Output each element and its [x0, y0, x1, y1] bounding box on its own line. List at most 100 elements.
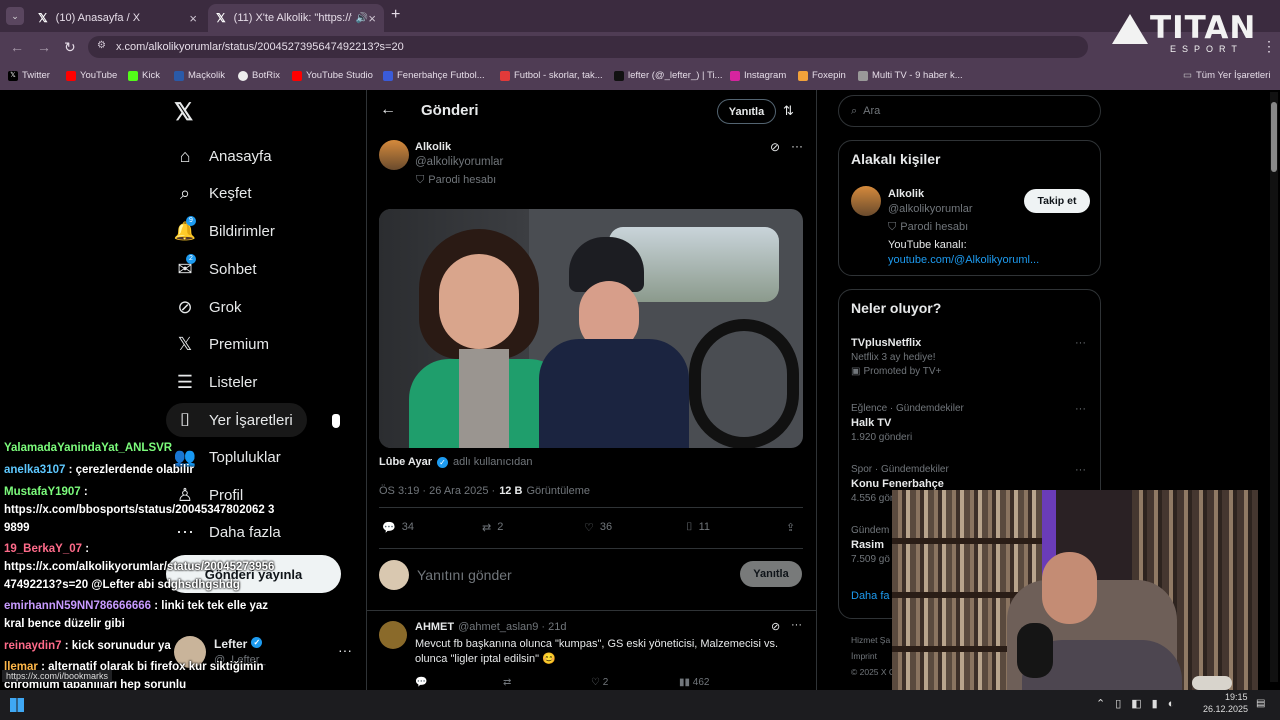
- chat-username[interactable]: anelka3107: [4, 464, 65, 476]
- more-icon[interactable]: ···: [1075, 403, 1086, 415]
- forward-icon[interactable]: →: [37, 39, 51, 55]
- related-link[interactable]: youtube.com/@Alkolikyoruml...: [888, 254, 1039, 266]
- follow-button[interactable]: Takip et: [1024, 189, 1090, 213]
- grok-icon[interactable]: ⊘: [771, 620, 780, 633]
- trend-item[interactable]: TVplusNetflix Netflix 3 ay hediye! ▣ Prom…: [851, 337, 1091, 377]
- like-action[interactable]: ♡ 2: [591, 677, 608, 688]
- show-more-link[interactable]: Daha fa: [851, 590, 890, 602]
- comment-icon[interactable]: 💬: [415, 677, 427, 688]
- bookmark-item[interactable]: 𝕏 Twitter: [8, 70, 50, 81]
- post-image[interactable]: [379, 209, 803, 448]
- post-meta: ÖS 3:19 · 26 Ara 2025 · 12 B Görüntüleme: [379, 485, 590, 497]
- share-icon[interactable]: ⇪: [786, 521, 795, 534]
- close-icon[interactable]: ×: [368, 11, 376, 26]
- close-icon[interactable]: ×: [189, 11, 197, 26]
- url-field[interactable]: ⚙ x.com/alkolikyorumlar/status/200452739…: [88, 36, 1088, 58]
- timestamp[interactable]: ÖS 3:19 · 26 Ara 2025 ·: [379, 485, 495, 497]
- nav-item[interactable]: ⌕ Keşfet: [174, 182, 252, 204]
- scrollbar[interactable]: [1270, 92, 1278, 682]
- more-icon[interactable]: ···: [1075, 464, 1086, 476]
- repost-icon: ⇄: [482, 522, 492, 534]
- filter-icon[interactable]: ⇅: [783, 103, 794, 119]
- chat-username[interactable]: 19_BerkaY_07: [4, 543, 82, 555]
- x-home-logo[interactable]: 𝕏: [174, 98, 193, 127]
- more-icon[interactable]: ···: [1075, 337, 1086, 349]
- related-name[interactable]: Alkolik: [888, 188, 924, 200]
- nav-item[interactable]: ☰ Listeler: [174, 371, 257, 393]
- menu-icon[interactable]: ⋮: [1262, 38, 1276, 55]
- windows-start-icon[interactable]: [10, 698, 24, 712]
- microphone: [1017, 623, 1053, 678]
- chat-username[interactable]: MustafaY1907: [4, 486, 81, 498]
- person-icon: ♙: [176, 484, 194, 505]
- nav-item[interactable]: ⋯ Daha fazla: [174, 521, 281, 543]
- nav-item[interactable]: ⌂ Anasayfa: [174, 145, 272, 167]
- nav-item[interactable]: ♙ Profil: [174, 484, 243, 506]
- kick-icon: [128, 70, 138, 81]
- bookmark-action[interactable]: ⌷ 11: [686, 521, 710, 534]
- repost-icon[interactable]: ⇄: [503, 677, 511, 688]
- bookmark-item[interactable]: Futbol - skorlar, tak...: [500, 70, 603, 81]
- chat-message: 19_BerkaY_07 :: [4, 543, 89, 555]
- new-tab-button[interactable]: +: [391, 6, 400, 24]
- trend-item[interactable]: Eğlence · Gündemdekiler Halk TV 1.920 gö…: [851, 403, 1091, 443]
- bookmark-item[interactable]: Multi TV - 9 haber k...: [858, 70, 963, 81]
- nav-item[interactable]: ⊘ Grok: [174, 296, 242, 318]
- scrollbar-thumb[interactable]: [1271, 102, 1277, 172]
- fenerbahce-icon: [383, 70, 393, 81]
- bookmark-item[interactable]: Foxepin: [798, 70, 846, 81]
- like-action[interactable]: ♡ 36: [584, 521, 612, 534]
- reply-submit-button[interactable]: Yanıtla: [740, 561, 802, 587]
- bookmark-item[interactable]: BotRix: [238, 70, 280, 81]
- chat-text: linki tek tek elle yaz: [161, 600, 269, 612]
- site-info-icon[interactable]: ⚙: [97, 40, 106, 51]
- bookmark-item[interactable]: lefter (@_lefter_) | Ti...: [614, 70, 722, 81]
- bookmark-item[interactable]: Kick: [128, 70, 160, 81]
- more-icon[interactable]: ···: [338, 642, 352, 658]
- chat-username[interactable]: reinaydin7: [4, 640, 62, 652]
- nav-item[interactable]: ✉ 2 Sohbet: [174, 254, 257, 280]
- more-icon[interactable]: ···: [791, 139, 803, 153]
- more-icon[interactable]: ···: [791, 619, 802, 631]
- author-name[interactable]: Alkolik: [415, 141, 451, 153]
- bookmark-item[interactable]: Maçkolik: [174, 70, 225, 81]
- views-action[interactable]: ▮▮ 462: [679, 677, 709, 688]
- nav-label: Grok: [209, 298, 242, 316]
- back-button[interactable]: ←: [380, 101, 396, 119]
- clock-date[interactable]: 26.12.2025: [1203, 704, 1248, 714]
- chat-username[interactable]: YalamadaYanindaYat_ANLSVR: [4, 442, 172, 454]
- tagged-user[interactable]: Lûbe Ayar: [379, 456, 432, 468]
- avatar[interactable]: [851, 186, 881, 216]
- x-icon: 𝕏: [177, 333, 193, 354]
- notification-icon[interactable]: ▤: [1256, 698, 1265, 709]
- author-handle[interactable]: @alkolikyorumlar: [415, 156, 503, 168]
- speaker-icon[interactable]: 🔊: [356, 13, 368, 24]
- bookmark-item[interactable]: Fenerbahçe Futbol...: [383, 70, 485, 81]
- back-icon[interactable]: ←: [10, 39, 24, 55]
- grok-icon[interactable]: ⊘: [770, 140, 780, 154]
- parody-label: ⛉ Parodi hesabı: [416, 174, 497, 186]
- bookmark-item[interactable]: Instagram: [730, 70, 786, 81]
- nav-item[interactable]: 🔔 9 Bildirimler: [174, 216, 275, 242]
- bookmark-item[interactable]: YouTube: [66, 70, 117, 81]
- repost-action[interactable]: ⇄ 2: [482, 521, 503, 534]
- author-avatar[interactable]: [379, 140, 409, 170]
- reply-action[interactable]: 💬 34: [382, 521, 414, 534]
- reply-input[interactable]: Yanıtını gönder: [417, 567, 512, 583]
- reload-icon[interactable]: ↻: [64, 39, 76, 56]
- tab-home[interactable]: 𝕏 (10) Anasayfa / X ×: [30, 4, 205, 32]
- search-input[interactable]: ⌕ Ara: [838, 95, 1101, 127]
- chat-text: https://x.com/alkolikyorumlar/status/200…: [4, 561, 275, 573]
- all-bookmarks[interactable]: ▭ Tüm Yer İşaretleri: [1183, 70, 1270, 81]
- card-title: Neler oluyor?: [851, 300, 942, 316]
- tab-list-button[interactable]: ⌄: [6, 7, 24, 25]
- nav-item[interactable]: ⌷ Yer İşaretleri: [166, 403, 307, 437]
- reply-tweet[interactable]: AHMET @ahmet_aslan9 · 21d ⊘ ··· Mevcut f…: [379, 619, 804, 689]
- mouse-cursor: [331, 413, 341, 429]
- chat-username[interactable]: emirhannN59NN786666666: [4, 600, 151, 612]
- bookmark-item[interactable]: YouTube Studio: [292, 70, 373, 81]
- tray-icons[interactable]: ⌃▯◧▮◐: [1096, 697, 1184, 710]
- reply-button[interactable]: Yanıtla: [717, 99, 776, 124]
- tab-post[interactable]: 𝕏 (11) X'te Alkolik: "https://t.c 🔊 ×: [208, 4, 384, 32]
- nav-item[interactable]: 𝕏 Premium: [174, 333, 269, 355]
